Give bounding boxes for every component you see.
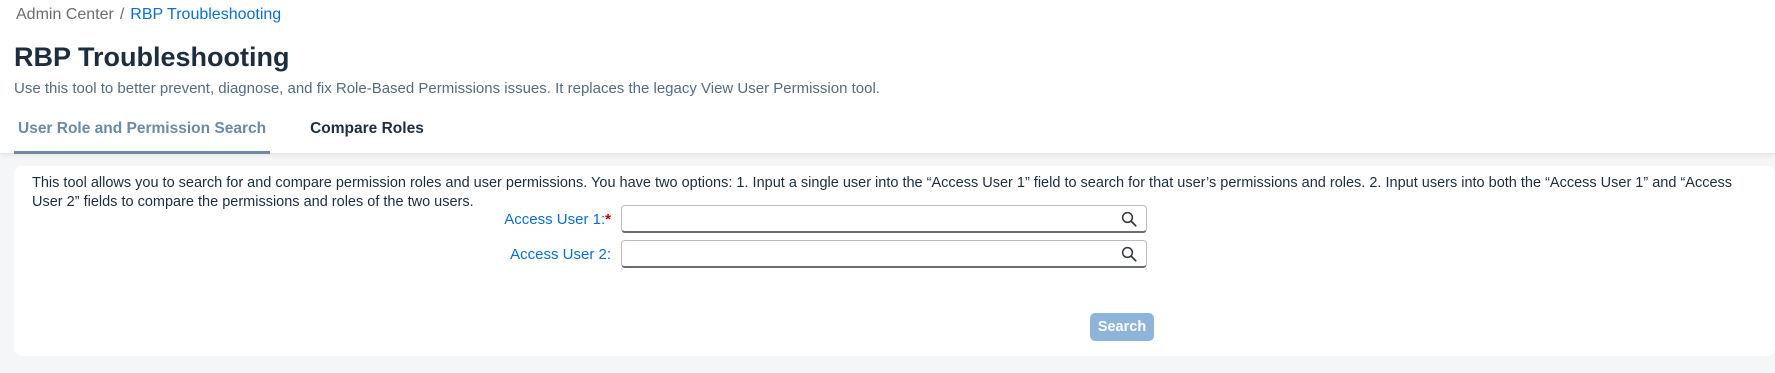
breadcrumb-admin-center[interactable]: Admin Center [16,6,114,24]
search-card: This tool allows you to search for and c… [14,166,1775,356]
access-user-2-label: Access User 2: [510,245,611,263]
page-title: RBP Troubleshooting [14,42,290,72]
access-user-2-input[interactable] [622,241,1120,266]
tab-bar: User Role and Permission Search Compare … [14,114,464,154]
page-subtitle: Use this tool to better prevent, diagnos… [14,80,880,97]
access-user-2-field [621,240,1147,268]
breadcrumb-separator: / [119,6,125,23]
access-user-1-label: Access User 1:* [14,211,621,228]
tab-user-role-permission-search[interactable]: User Role and Permission Search [14,114,271,154]
search-icon[interactable] [1120,245,1138,263]
access-user-1-field [621,205,1147,233]
access-user-2-row: Access User 2: [14,240,1147,268]
access-user-1-label-text: Access User 1: [504,210,606,228]
access-user-1-input[interactable] [622,206,1120,231]
tab-compare-roles[interactable]: Compare Roles [306,114,428,154]
required-marker: * [605,210,611,228]
breadcrumb-current: RBP Troubleshooting [130,6,282,23]
search-icon[interactable] [1120,210,1138,228]
access-user-1-row: Access User 1:* [14,205,1147,233]
page-header: Admin Center / RBP Troubleshooting RBP T… [0,0,1775,154]
search-button[interactable]: Search [1090,313,1154,341]
breadcrumb: Admin Center / RBP Troubleshooting [16,6,281,24]
